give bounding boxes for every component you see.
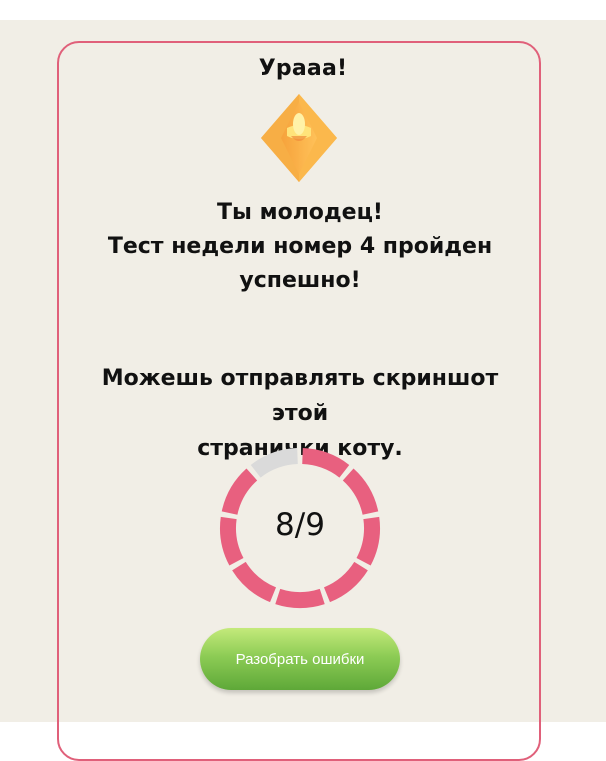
message-line-1: Ты молодец! — [217, 200, 383, 225]
score-segment-incorrect — [250, 448, 299, 478]
score-segment-correct — [323, 561, 368, 603]
review-mistakes-button[interactable]: Разобрать ошибки — [200, 628, 400, 690]
message-line-3: успешно! — [239, 268, 361, 293]
score-segment-correct — [301, 448, 350, 478]
score-label: 8/9 — [275, 507, 325, 543]
crystal-icon — [261, 94, 337, 182]
instruction-line-1: Можешь отправлять скриншот этой — [101, 366, 499, 426]
score-segment-correct — [275, 588, 325, 608]
top-strip — [0, 0, 606, 20]
congrats-title: Урааа! — [258, 56, 348, 81]
success-message: Ты молодец! Тест недели номер 4 пройден … — [80, 196, 520, 298]
message-line-2: Тест недели номер 4 пройден — [107, 234, 493, 259]
score-segment-correct — [232, 561, 277, 603]
